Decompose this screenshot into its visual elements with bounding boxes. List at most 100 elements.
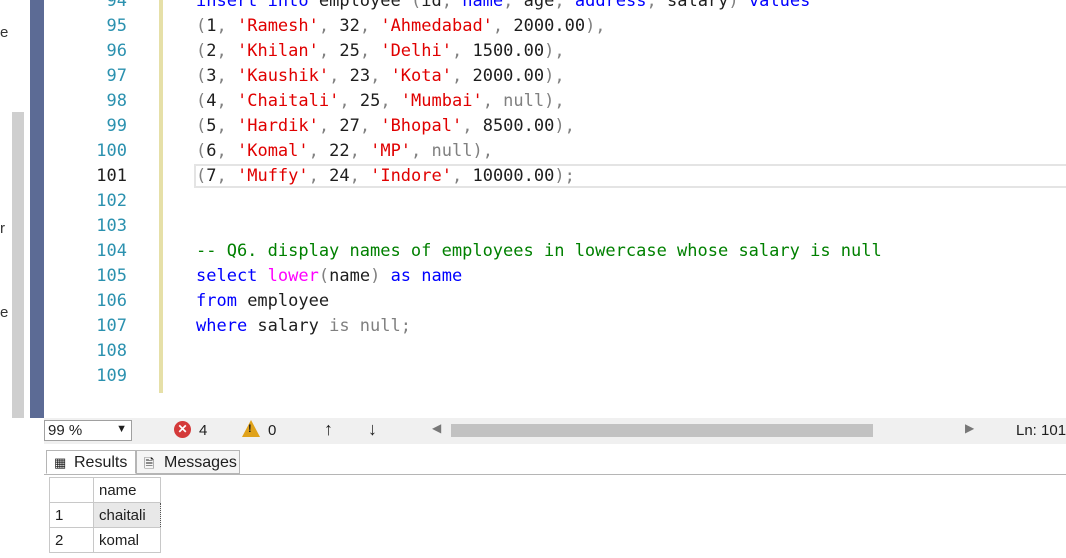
- panel-text-fragment: e: [0, 304, 9, 321]
- row-number[interactable]: 1: [49, 502, 94, 528]
- code-token: (: [196, 116, 207, 136]
- panel-text-fragment: e: [0, 24, 9, 41]
- messages-icon: 🗎: [144, 456, 155, 471]
- code-token: id: [421, 0, 442, 11]
- tab-label: Messages: [164, 454, 237, 471]
- code-token: ,: [359, 16, 381, 36]
- line-number: 106: [96, 291, 127, 311]
- panel-splitter[interactable]: [30, 0, 44, 418]
- code-line[interactable]: insert into employee (id, name, age, add…: [196, 0, 810, 14]
- results-grid[interactable]: name 1 chaitali 2 komal: [49, 477, 161, 553]
- code-token: ),: [544, 41, 565, 61]
- code-line[interactable]: (6, 'Komal', 22, 'MP', null),: [196, 139, 493, 164]
- code-token: 1: [206, 16, 217, 36]
- code-token: ,: [451, 166, 473, 186]
- arrow-up-icon[interactable]: ↑: [324, 419, 333, 440]
- code-line[interactable]: (7, 'Muffy', 24, 'Indore', 10000.00);: [196, 164, 575, 189]
- line-number: 95: [106, 16, 127, 36]
- row-header-corner[interactable]: [49, 477, 94, 503]
- code-token: , null),: [482, 91, 565, 111]
- code-token: , null),: [411, 141, 493, 161]
- code-token: );: [554, 166, 575, 186]
- code-token: 6: [206, 141, 217, 161]
- table-row[interactable]: 2 komal: [49, 527, 161, 553]
- code-token: (: [196, 166, 207, 186]
- code-token: 1500.00: [472, 41, 545, 61]
- grid-cell[interactable]: komal: [93, 527, 161, 553]
- horizontal-scrollbar-thumb[interactable]: [451, 424, 873, 437]
- code-line[interactable]: (1, 'Ramesh', 32, 'Ahmedabad', 2000.00),: [196, 14, 606, 39]
- sql-editor[interactable]: 94 95 96 97 98 99 100 101 102 103 104 105 106 107 108 1…: [44, 0, 1066, 418]
- tab-results[interactable]: ▦ Results: [46, 450, 136, 474]
- panel-text-fragment: r: [0, 220, 5, 237]
- code-token: name: [329, 266, 371, 286]
- grid-cell[interactable]: chaitali: [93, 502, 161, 528]
- code-token: salary: [247, 316, 330, 336]
- code-token: ,: [339, 91, 360, 111]
- error-icon[interactable]: ✕: [174, 421, 191, 438]
- code-token: ,: [554, 0, 575, 11]
- code-token: ,: [503, 0, 524, 11]
- table-row[interactable]: 1 chaitali: [49, 502, 161, 528]
- code-line[interactable]: (4, 'Chaitali', 25, 'Mumbai', null),: [196, 89, 565, 114]
- code-token: ,: [216, 66, 237, 86]
- code-token: where: [196, 316, 248, 336]
- zoom-value: 99 %: [48, 422, 83, 439]
- panel-scrollbar[interactable]: [12, 112, 24, 418]
- code-token: ): [370, 266, 381, 286]
- row-number[interactable]: 2: [49, 527, 94, 553]
- code-token: 'Ahmedabad': [380, 16, 493, 36]
- code-token: ,: [451, 66, 473, 86]
- code-token: 25: [339, 41, 360, 61]
- results-panel: ▦ Results 🗎 Messages name 1 chaitali 2 k…: [44, 444, 1066, 558]
- code-token: ,: [349, 141, 371, 161]
- code-token: 'Kota': [390, 66, 452, 86]
- code-line[interactable]: (2, 'Khilan', 25, 'Delhi', 1500.00),: [196, 39, 565, 64]
- code-token: 10000.00: [472, 166, 555, 186]
- chevron-down-icon[interactable]: ▼: [116, 423, 127, 435]
- line-number: 107: [96, 316, 127, 336]
- code-token: ,: [308, 141, 330, 161]
- zoom-select[interactable]: 99 % ▼: [44, 420, 132, 441]
- code-token: ,: [359, 41, 381, 61]
- code-token: (: [196, 141, 207, 161]
- code-token: ),: [585, 16, 606, 36]
- code-line[interactable]: -- Q6. display names of employees in low…: [196, 239, 882, 264]
- code-token: (: [318, 266, 330, 286]
- line-number: 98: [106, 91, 127, 111]
- code-token: ,: [216, 166, 237, 186]
- code-line[interactable]: (5, 'Hardik', 27, 'Bhopal', 8500.00),: [196, 114, 575, 139]
- code-token: insert: [196, 0, 258, 11]
- code-token: ,: [216, 41, 237, 61]
- line-number: 96: [106, 41, 127, 61]
- code-token: as: [390, 266, 412, 286]
- code-token: ,: [318, 16, 340, 36]
- code-token: 24: [329, 166, 350, 186]
- code-line[interactable]: from employee: [196, 289, 329, 314]
- code-token: 7: [206, 166, 217, 186]
- code-token: 32: [339, 16, 360, 36]
- code-token: 'Kaushik': [236, 66, 330, 86]
- code-line[interactable]: where salary is null;: [196, 314, 411, 339]
- warning-icon-mark: !: [248, 423, 252, 435]
- tab-label: Results: [74, 454, 128, 471]
- code-token: employee: [308, 0, 411, 11]
- column-header-name[interactable]: name: [93, 477, 161, 503]
- scroll-left-icon[interactable]: ◀: [432, 421, 441, 435]
- code-token: ),: [554, 116, 575, 136]
- scroll-right-icon[interactable]: ▶: [965, 421, 974, 435]
- code-line[interactable]: select lower(name) as name: [196, 264, 462, 289]
- code-token: ,: [216, 141, 237, 161]
- code-token: 2000.00: [513, 16, 586, 36]
- code-token: age: [523, 0, 555, 11]
- code-token: 'Mumbai': [400, 91, 483, 111]
- line-number-gutter: 94 95 96 97 98 99 100 101 102 103 104 105 106 107 108 1…: [44, 0, 159, 418]
- code-token: ,: [380, 91, 401, 111]
- arrow-down-icon[interactable]: ↓: [368, 419, 377, 440]
- tab-messages[interactable]: 🗎 Messages: [136, 450, 240, 474]
- code-line[interactable]: (3, 'Kaushik', 23, 'Kota', 2000.00),: [196, 64, 565, 89]
- error-count[interactable]: 4: [199, 422, 207, 439]
- code-token: ,: [462, 116, 483, 136]
- warning-count[interactable]: 0: [268, 422, 276, 439]
